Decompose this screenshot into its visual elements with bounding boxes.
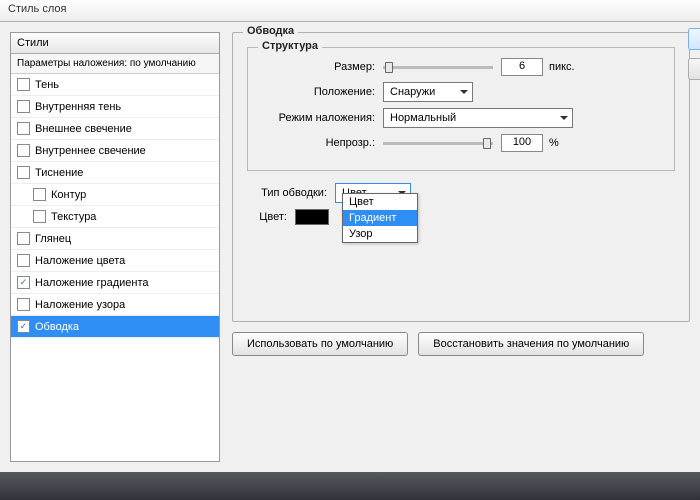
window-title: Стиль слоя bbox=[8, 3, 66, 15]
opacity-slider[interactable] bbox=[383, 142, 493, 145]
position-select[interactable]: Снаружи bbox=[383, 82, 473, 102]
effect-7[interactable]: Глянец bbox=[11, 228, 219, 250]
effect-checkbox[interactable] bbox=[33, 210, 46, 223]
effect-label: Глянец bbox=[35, 233, 71, 245]
default-buttons-row: Использовать по умолчанию Восстановить з… bbox=[232, 332, 690, 356]
effect-10[interactable]: Наложение узора bbox=[11, 294, 219, 316]
size-slider[interactable] bbox=[383, 66, 493, 69]
effect-checkbox[interactable] bbox=[17, 298, 30, 311]
window-titlebar: Стиль слоя bbox=[0, 0, 700, 22]
settings-panel: Обводка Структура Размер: 6 пикс. Положе… bbox=[232, 32, 690, 462]
filltype-label: Тип обводки: bbox=[247, 187, 327, 199]
effect-label: Внутреннее свечение bbox=[35, 145, 146, 157]
effect-checkbox[interactable] bbox=[17, 166, 30, 179]
effect-label: Текстура bbox=[51, 211, 96, 223]
size-label: Размер: bbox=[260, 61, 375, 73]
effect-checkbox[interactable] bbox=[17, 276, 30, 289]
structure-group: Структура Размер: 6 пикс. Положение: Сна… bbox=[247, 47, 675, 171]
effect-label: Наложение узора bbox=[35, 299, 125, 311]
effect-9[interactable]: Наложение градиента bbox=[11, 272, 219, 294]
filltype-dropdown[interactable]: ЦветГрадиентУзор bbox=[342, 193, 418, 243]
blending-options-row[interactable]: Параметры наложения: по умолчанию bbox=[11, 54, 219, 74]
opacity-label: Непрозр.: bbox=[260, 137, 375, 149]
opacity-unit: % bbox=[549, 137, 559, 149]
blend-select[interactable]: Нормальный bbox=[383, 108, 573, 128]
effect-label: Внешнее свечение bbox=[35, 123, 132, 135]
effect-checkbox[interactable] bbox=[17, 122, 30, 135]
effect-checkbox[interactable] bbox=[17, 78, 30, 91]
effect-checkbox[interactable] bbox=[17, 254, 30, 267]
reset-default-button[interactable]: Восстановить значения по умолчанию bbox=[418, 332, 644, 356]
effect-4[interactable]: Тиснение bbox=[11, 162, 219, 184]
styles-panel: Стили Параметры наложения: по умолчанию … bbox=[10, 32, 220, 462]
opacity-row: Непрозр.: 100 % bbox=[260, 134, 662, 152]
effect-label: Наложение цвета bbox=[35, 255, 125, 267]
effect-0[interactable]: Тень bbox=[11, 74, 219, 96]
bottom-strip bbox=[0, 472, 700, 500]
blend-row: Режим наложения: Нормальный bbox=[260, 108, 662, 128]
effect-label: Внутренняя тень bbox=[35, 101, 121, 113]
structure-title: Структура bbox=[258, 40, 322, 52]
effect-label: Контур bbox=[51, 189, 86, 201]
effect-checkbox[interactable] bbox=[17, 144, 30, 157]
effects-list: Тень Внутренняя тень Внешнее свечение Внутр… bbox=[11, 74, 219, 338]
effect-checkbox[interactable] bbox=[17, 232, 30, 245]
effect-2[interactable]: Внешнее свечение bbox=[11, 118, 219, 140]
color-row: Цвет: bbox=[247, 209, 675, 225]
effect-checkbox[interactable] bbox=[17, 320, 30, 333]
position-row: Положение: Снаружи bbox=[260, 82, 662, 102]
size-row: Размер: 6 пикс. bbox=[260, 58, 662, 76]
size-input[interactable]: 6 bbox=[501, 58, 543, 76]
effect-checkbox[interactable] bbox=[17, 100, 30, 113]
filltype-option[interactable]: Цвет bbox=[343, 194, 417, 210]
effect-5[interactable]: Контур bbox=[11, 184, 219, 206]
blend-label: Режим наложения: bbox=[260, 112, 375, 124]
position-label: Положение: bbox=[260, 86, 375, 98]
effect-3[interactable]: Внутреннее свечение bbox=[11, 140, 219, 162]
dialog-content: Стили Параметры наложения: по умолчанию … bbox=[0, 22, 700, 472]
side-button-2[interactable] bbox=[688, 58, 700, 80]
filltype-option[interactable]: Градиент bbox=[343, 210, 417, 226]
effect-label: Наложение градиента bbox=[35, 277, 149, 289]
effect-8[interactable]: Наложение цвета bbox=[11, 250, 219, 272]
stroke-group-title: Обводка bbox=[243, 25, 298, 37]
effect-11[interactable]: Обводка bbox=[11, 316, 219, 338]
filltype-row: Тип обводки: Цвет bbox=[247, 183, 675, 203]
effect-label: Тень bbox=[35, 79, 59, 91]
color-label: Цвет: bbox=[247, 211, 287, 223]
size-unit: пикс. bbox=[549, 61, 575, 73]
effect-label: Обводка bbox=[35, 321, 79, 333]
side-buttons bbox=[688, 28, 700, 80]
make-default-button[interactable]: Использовать по умолчанию bbox=[232, 332, 408, 356]
filltype-option[interactable]: Узор bbox=[343, 226, 417, 242]
opacity-input[interactable]: 100 bbox=[501, 134, 543, 152]
effect-label: Тиснение bbox=[35, 167, 83, 179]
effect-checkbox[interactable] bbox=[33, 188, 46, 201]
color-swatch[interactable] bbox=[295, 209, 329, 225]
effect-1[interactable]: Внутренняя тень bbox=[11, 96, 219, 118]
side-button-1[interactable] bbox=[688, 28, 700, 50]
stroke-group: Обводка Структура Размер: 6 пикс. Положе… bbox=[232, 32, 690, 322]
styles-header: Стили bbox=[11, 33, 219, 54]
effect-6[interactable]: Текстура bbox=[11, 206, 219, 228]
